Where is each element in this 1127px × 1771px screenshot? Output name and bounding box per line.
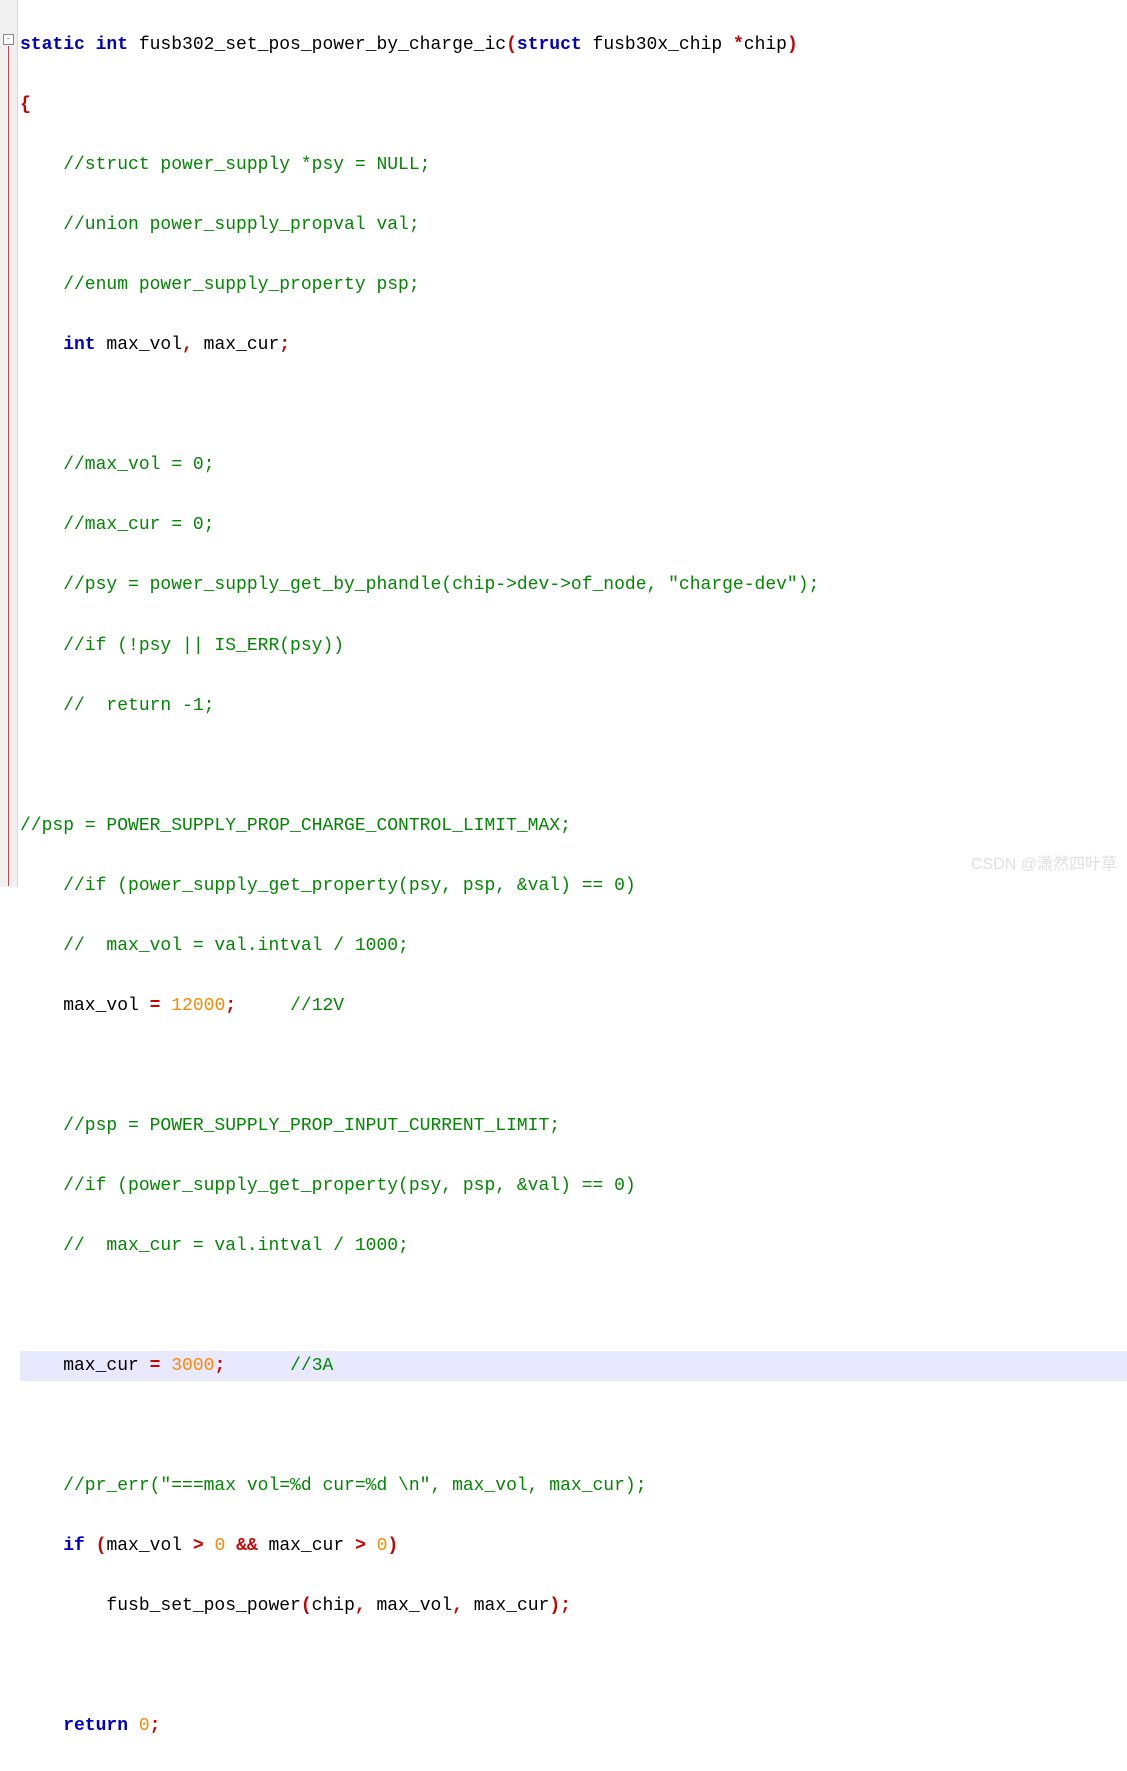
var-name: max_cur (258, 1536, 355, 1556)
var-name: max_vol (106, 1536, 192, 1556)
keyword-int: int (85, 35, 128, 55)
comment: //pr_err("===max vol=%d cur=%d \n", max_… (20, 1476, 647, 1496)
paren-open: ( (96, 1536, 107, 1556)
code-line: // max_cur = val.intval / 1000; (20, 1231, 1127, 1261)
keyword-struct: struct (517, 35, 582, 55)
code-line: //pr_err("===max vol=%d cur=%d \n", max_… (20, 1471, 1127, 1501)
code-line: //if (!psy || IS_ERR(psy)) (20, 631, 1127, 661)
type-name: fusb30x_chip (582, 35, 733, 55)
code-line: //if (power_supply_get_property(psy, psp… (20, 1171, 1127, 1201)
code-line: //if (power_supply_get_property(psy, psp… (20, 871, 1127, 901)
code-line: //max_vol = 0; (20, 450, 1127, 480)
number-literal: 0 (139, 1716, 150, 1736)
semicolon: ; (279, 335, 290, 355)
fold-toggle-icon[interactable]: - (3, 34, 14, 45)
code-line: if (max_vol > 0 && max_cur > 0) (20, 1531, 1127, 1561)
code-line (20, 1651, 1127, 1681)
keyword-static: static (20, 35, 85, 55)
code-line: //enum power_supply_property psp; (20, 270, 1127, 300)
code-line (20, 390, 1127, 420)
comment: //max_vol = 0; (20, 455, 214, 475)
semicolon: ; (214, 1356, 225, 1376)
code-line (20, 1291, 1127, 1321)
function-name: fusb302_set_pos_power_by_charge_ic (128, 35, 506, 55)
number-literal: 0 (214, 1536, 225, 1556)
code-line (20, 1051, 1127, 1081)
keyword-int: int (20, 335, 96, 355)
brace-open: { (20, 95, 31, 115)
code-line: //union power_supply_propval val; (20, 210, 1127, 240)
number-literal: 0 (377, 1536, 388, 1556)
code-line: //psy = power_supply_get_by_phandle(chip… (20, 570, 1127, 600)
semicolon: ; (225, 996, 236, 1016)
code-area: static int fusb302_set_pos_power_by_char… (18, 0, 1127, 1771)
comment: //if (power_supply_get_property(psy, psp… (20, 876, 636, 896)
var-name: max_vol (20, 996, 150, 1016)
comment: //psp = POWER_SUPPLY_PROP_CHARGE_CONTROL… (20, 816, 571, 836)
code-line: max_vol = 12000; //12V (20, 991, 1127, 1021)
comment: //12V (236, 996, 344, 1016)
comment: //if (power_supply_get_property(psy, psp… (20, 1176, 636, 1196)
code-line: // return -1; (20, 691, 1127, 721)
code-line: //max_cur = 0; (20, 510, 1127, 540)
code-line: //struct power_supply *psy = NULL; (20, 150, 1127, 180)
var-name: max_cur (20, 1356, 150, 1376)
comma: , (355, 1596, 366, 1616)
paren-open: ( (301, 1596, 312, 1616)
comment: //if (!psy || IS_ERR(psy)) (20, 636, 344, 656)
arg: max_vol (366, 1596, 452, 1616)
code-line (20, 1411, 1127, 1441)
comment: //psy = power_supply_get_by_phandle(chip… (20, 575, 819, 595)
pointer-star: * (733, 35, 744, 55)
paren-close-semi: ); (549, 1596, 571, 1616)
comment: //union power_supply_propval val; (20, 215, 420, 235)
code-line: //psp = POWER_SUPPLY_PROP_CHARGE_CONTROL… (20, 811, 1127, 841)
param-name: chip (744, 35, 787, 55)
and-op: && (236, 1536, 258, 1556)
number-literal: 12000 (171, 996, 225, 1016)
var-name: max_cur (193, 335, 279, 355)
comment: // max_cur = val.intval / 1000; (20, 1236, 409, 1256)
code-line: // max_vol = val.intval / 1000; (20, 931, 1127, 961)
comment: //struct power_supply *psy = NULL; (20, 155, 430, 175)
semicolon: ; (150, 1716, 161, 1736)
code-line: fusb_set_pos_power(chip, max_vol, max_cu… (20, 1591, 1127, 1621)
var-name: max_vol (96, 335, 182, 355)
comma: , (452, 1596, 463, 1616)
code-line: //psp = POWER_SUPPLY_PROP_INPUT_CURRENT_… (20, 1111, 1127, 1141)
number-literal: 3000 (171, 1356, 214, 1376)
watermark-text: CSDN @潇然四叶草 (971, 852, 1117, 879)
paren-close: ) (387, 1536, 398, 1556)
gt-op: > (355, 1536, 366, 1556)
highlighted-line: max_cur = 3000; //3A (20, 1351, 1127, 1381)
function-call: fusb_set_pos_power (20, 1596, 301, 1616)
comment: //3A (225, 1356, 333, 1376)
comma: , (182, 335, 193, 355)
code-line: { (20, 90, 1127, 120)
comment: //max_cur = 0; (20, 515, 214, 535)
arg: chip (312, 1596, 355, 1616)
equals: = (150, 996, 161, 1016)
paren-open: ( (506, 35, 517, 55)
paren-close: ) (787, 35, 798, 55)
equals: = (150, 1356, 161, 1376)
keyword-if: if (20, 1536, 85, 1556)
code-line: static int fusb302_set_pos_power_by_char… (20, 30, 1127, 60)
code-line (20, 751, 1127, 781)
fold-vertical-line (8, 46, 9, 886)
gt-op: > (193, 1536, 204, 1556)
arg: max_cur (463, 1596, 549, 1616)
comment: // max_vol = val.intval / 1000; (20, 936, 409, 956)
comment: //enum power_supply_property psp; (20, 275, 420, 295)
comment: //psp = POWER_SUPPLY_PROP_INPUT_CURRENT_… (20, 1116, 560, 1136)
code-line: return 0; (20, 1711, 1127, 1741)
code-line: int max_vol, max_cur; (20, 330, 1127, 360)
editor-gutter: - (0, 0, 18, 887)
comment: // return -1; (20, 696, 214, 716)
keyword-return: return (20, 1716, 128, 1736)
